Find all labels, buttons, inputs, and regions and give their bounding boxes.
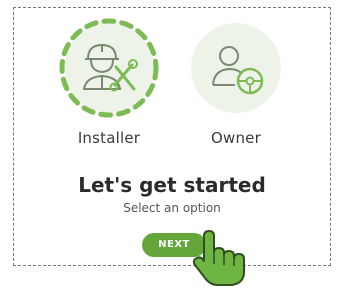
installer-circle[interactable] — [59, 18, 159, 118]
hand-pointer-icon — [192, 230, 245, 286]
owner-icon — [212, 46, 264, 95]
page-title: Let's get started — [78, 173, 266, 197]
owner-circle[interactable] — [191, 23, 281, 113]
page-subtitle: Select an option — [123, 201, 221, 215]
installer-label: Installer — [77, 129, 141, 147]
owner-label: Owner — [211, 129, 261, 147]
option-owner[interactable]: Owner — [175, 21, 295, 161]
option-installer[interactable]: Installer — [48, 18, 168, 161]
installer-icon — [82, 43, 138, 92]
